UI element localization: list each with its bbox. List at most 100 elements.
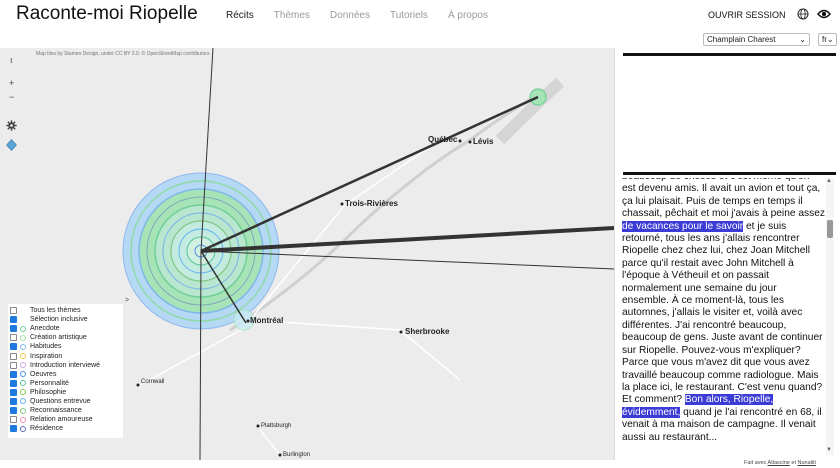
filter-selects: Champlain Charest ⌄ fr ⌄ bbox=[703, 33, 837, 46]
legend-checkbox[interactable] bbox=[10, 379, 17, 387]
gear-icon[interactable] bbox=[6, 120, 17, 131]
legend-row[interactable]: Résidence bbox=[10, 424, 123, 433]
legend-label: Habitudes bbox=[30, 343, 62, 351]
legend-row[interactable]: Création artistique bbox=[10, 333, 123, 342]
legend-checkbox[interactable] bbox=[10, 316, 17, 324]
legend-checkbox[interactable] bbox=[10, 334, 17, 342]
legend-label: Inspiration bbox=[30, 352, 63, 360]
legend-checkbox[interactable] bbox=[10, 388, 17, 396]
legend-label: Oeuvres bbox=[30, 370, 57, 378]
legend-checkbox[interactable] bbox=[10, 425, 17, 433]
legend-color-icon bbox=[20, 353, 26, 360]
legend-color-icon bbox=[20, 407, 26, 414]
nav-themes[interactable]: Thèmes bbox=[274, 10, 310, 21]
eye-icon[interactable] bbox=[817, 8, 831, 20]
legend-row[interactable]: Questions entrevue bbox=[10, 397, 123, 406]
place-label-sherbrooke: Sherbrooke bbox=[405, 327, 450, 336]
app-header: Raconte-moi Riopelle Récits Thèmes Donné… bbox=[0, 0, 840, 30]
chevron-down-icon: ⌄ bbox=[799, 35, 806, 44]
layers-icon[interactable] bbox=[6, 139, 17, 151]
highlight-segment[interactable]: de vacances pour le savoir bbox=[622, 220, 744, 232]
legend-color-icon bbox=[20, 308, 26, 314]
scrollbar-thumb[interactable] bbox=[827, 220, 833, 238]
transcript-segment: beaucoup de choses et c'est même qu'on e… bbox=[622, 178, 825, 220]
legend-checkbox[interactable] bbox=[10, 352, 17, 360]
expand-arrow-icon[interactable]: > bbox=[125, 297, 129, 304]
legend-label: Personnalité bbox=[30, 379, 69, 387]
footer-link-atlascine[interactable]: Atlascine bbox=[768, 460, 790, 466]
legend-label: Anecdote bbox=[30, 325, 60, 333]
legend-label: Sélection inclusive bbox=[30, 316, 88, 324]
legend-color-icon bbox=[20, 334, 26, 341]
legend-row[interactable]: Inspiration bbox=[10, 351, 123, 360]
place-label-quebec: Québec bbox=[428, 135, 458, 144]
legend-color-icon bbox=[20, 389, 26, 396]
legend-row[interactable]: Tous les thèmes bbox=[10, 306, 123, 315]
language-select[interactable]: fr ⌄ bbox=[818, 33, 837, 46]
legend-checkbox[interactable] bbox=[10, 416, 17, 424]
footer-credit: Fait avec Atlascine et Nunaliit bbox=[744, 460, 816, 466]
legend-row[interactable]: Personnalité bbox=[10, 379, 123, 388]
nav-a-propos[interactable]: À propos bbox=[448, 10, 488, 21]
panel-divider-bottom bbox=[623, 172, 836, 175]
legend-row[interactable]: Habitudes bbox=[10, 342, 123, 351]
legend-color-icon bbox=[20, 380, 26, 387]
panel-divider-top bbox=[623, 53, 836, 56]
legend-checkbox[interactable] bbox=[10, 361, 17, 369]
legend-checkbox[interactable] bbox=[10, 325, 17, 333]
legend-checkbox[interactable] bbox=[10, 307, 17, 315]
nav-tutoriels[interactable]: Tutoriels bbox=[390, 10, 428, 21]
nav-recits[interactable]: Récits bbox=[226, 10, 254, 21]
place-label-burlington: Burlington bbox=[283, 452, 311, 458]
scroll-up-icon[interactable]: ▲ bbox=[826, 178, 832, 184]
legend-label: Relation amoureuse bbox=[30, 416, 93, 424]
person-select-value: Champlain Charest bbox=[707, 35, 776, 44]
person-select[interactable]: Champlain Charest ⌄ bbox=[703, 33, 810, 46]
footer-link-nunaliit[interactable]: Nunaliit bbox=[798, 460, 816, 466]
chevron-down-icon: ⌄ bbox=[826, 35, 834, 44]
place-label-plattsburgh: Plattsburgh bbox=[261, 423, 292, 429]
legend-label: Philosophie bbox=[30, 388, 67, 396]
transcript-segment: et je suis retourné, tous les ans j'alla… bbox=[622, 220, 823, 406]
legend-checkbox[interactable] bbox=[10, 397, 17, 405]
legend-color-icon bbox=[20, 362, 26, 369]
legend-row[interactable]: Reconnaissance bbox=[10, 406, 123, 415]
theme-legend: Tous les thèmes Sélection inclusive Anecdo… bbox=[8, 304, 123, 438]
legend-label: Tous les thèmes bbox=[30, 307, 81, 315]
legend-row[interactable]: Introduction interviewé bbox=[10, 361, 123, 370]
zoom-in-button[interactable]: + bbox=[9, 78, 14, 88]
legend-row[interactable]: Philosophie bbox=[10, 388, 123, 397]
brand-title[interactable]: Raconte-moi Riopelle bbox=[16, 3, 198, 25]
open-session-button[interactable]: OUVRIR SESSION bbox=[708, 10, 786, 20]
globe-icon[interactable] bbox=[797, 8, 809, 20]
legend-label: Questions entrevue bbox=[30, 397, 91, 405]
legend-color-icon bbox=[20, 398, 26, 405]
place-label-trois-rivieres: Trois-Rivières bbox=[345, 199, 398, 208]
legend-color-icon bbox=[20, 371, 26, 378]
legend-row[interactable]: Oeuvres bbox=[10, 370, 123, 379]
main-nav: Récits Thèmes Données Tutoriels À propos bbox=[226, 10, 508, 21]
legend-checkbox[interactable] bbox=[10, 407, 17, 415]
legend-color-icon bbox=[20, 317, 26, 323]
legend-checkbox[interactable] bbox=[10, 370, 17, 378]
footer-prefix: Fait avec bbox=[744, 460, 768, 466]
place-label-cornwall: Cornwall bbox=[141, 379, 165, 385]
transcript-text[interactable]: beaucoup de choses et c'est même qu'on e… bbox=[622, 178, 825, 455]
footer-mid: et bbox=[789, 460, 798, 466]
zoom-out-button[interactable]: − bbox=[9, 92, 14, 102]
legend-checkbox[interactable] bbox=[10, 343, 17, 351]
legend-color-icon bbox=[20, 343, 26, 350]
legend-color-icon bbox=[20, 325, 26, 332]
place-label-montreal: Montréal bbox=[250, 316, 284, 325]
legend-row[interactable]: Anecdote bbox=[10, 324, 123, 333]
legend-label: Introduction interviewé bbox=[30, 361, 101, 369]
scroll-down-icon[interactable]: ▼ bbox=[826, 447, 832, 453]
legend-color-icon bbox=[20, 425, 26, 432]
legend-label: Création artistique bbox=[30, 334, 87, 342]
legend-row[interactable]: Sélection inclusive bbox=[10, 315, 123, 324]
legend-label: Résidence bbox=[30, 425, 64, 433]
map-attribution: Map tiles by Stamen Design, under CC BY … bbox=[36, 51, 211, 57]
nav-donnees[interactable]: Données bbox=[330, 10, 370, 21]
legend-row[interactable]: Relation amoureuse bbox=[10, 415, 123, 424]
collapse-icon[interactable]: ı bbox=[10, 55, 13, 65]
